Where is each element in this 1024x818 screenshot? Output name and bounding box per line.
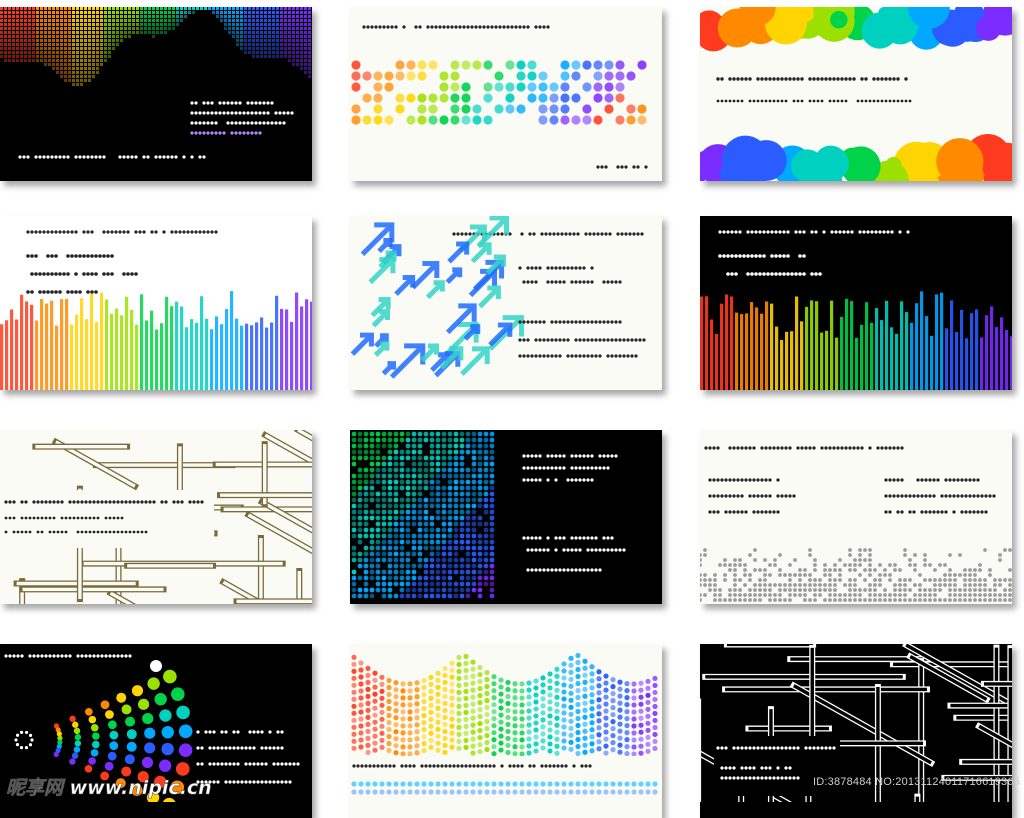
text-placeholder xyxy=(522,478,594,482)
watermark-logo-text: 昵享网 www.nipic.cn xyxy=(6,777,212,799)
watermark-logo: 昵享网 www.nipic.cn xyxy=(6,777,212,800)
text-placeholder xyxy=(190,131,262,135)
text-strip xyxy=(350,756,662,774)
text-placeholder xyxy=(716,99,912,103)
text-placeholder xyxy=(884,510,988,514)
text-placeholder xyxy=(190,121,286,125)
text-placeholder xyxy=(196,746,284,750)
text-placeholder xyxy=(26,230,218,234)
text-placeholder xyxy=(596,165,648,169)
text-placeholder xyxy=(522,536,614,540)
text-placeholder xyxy=(708,494,796,498)
card-6[interactable] xyxy=(700,216,1012,390)
card-8[interactable] xyxy=(350,430,662,604)
text-placeholder xyxy=(518,266,594,270)
card-11-art xyxy=(350,652,662,795)
text-placeholder xyxy=(716,77,908,81)
text-placeholder xyxy=(26,254,114,258)
card-7[interactable] xyxy=(0,430,312,604)
text-placeholder xyxy=(26,290,98,294)
text-panel xyxy=(0,490,214,548)
text-placeholder xyxy=(526,568,602,572)
text-placeholder xyxy=(522,466,610,470)
text-placeholder xyxy=(718,230,910,234)
card-2[interactable] xyxy=(350,7,662,181)
text-placeholder xyxy=(518,338,646,342)
text-placeholder xyxy=(704,446,904,450)
text-placeholder xyxy=(518,320,622,324)
text-placeholder xyxy=(708,510,780,514)
text-placeholder xyxy=(196,762,300,766)
card-9[interactable] xyxy=(700,430,1012,604)
card-12[interactable] xyxy=(700,644,1012,818)
text-placeholder xyxy=(518,354,638,358)
card-5-art xyxy=(350,216,646,379)
text-placeholder xyxy=(726,272,822,276)
card-6-art xyxy=(700,230,1012,390)
card-4-art xyxy=(0,230,312,390)
text-placeholder xyxy=(708,478,780,482)
card-11[interactable] xyxy=(350,644,662,818)
text-placeholder xyxy=(18,155,206,159)
text-placeholder xyxy=(526,548,626,552)
watermark-id: ID:3878484 NO:20131124011716619365 xyxy=(812,776,1020,788)
card-2-art xyxy=(351,25,648,169)
text-placeholder xyxy=(718,254,806,258)
card-5[interactable] xyxy=(350,216,662,390)
card-7-art xyxy=(0,430,312,604)
text-placeholder xyxy=(190,111,294,115)
text-placeholder xyxy=(884,478,980,482)
card-9-art xyxy=(700,446,1012,602)
text-placeholder xyxy=(30,272,138,276)
text-placeholder xyxy=(522,280,622,284)
card-1-art xyxy=(0,7,311,159)
card-4[interactable] xyxy=(0,216,312,390)
card-3[interactable] xyxy=(700,7,1012,181)
card-1[interactable] xyxy=(0,7,312,181)
text-placeholder xyxy=(884,494,996,498)
card-3-art xyxy=(700,7,1012,181)
text-placeholder xyxy=(4,654,132,658)
text-placeholder xyxy=(190,101,274,105)
card-8-art xyxy=(351,431,626,599)
text-placeholder xyxy=(522,454,618,458)
text-placeholder xyxy=(362,25,550,29)
text-placeholder xyxy=(196,730,284,734)
